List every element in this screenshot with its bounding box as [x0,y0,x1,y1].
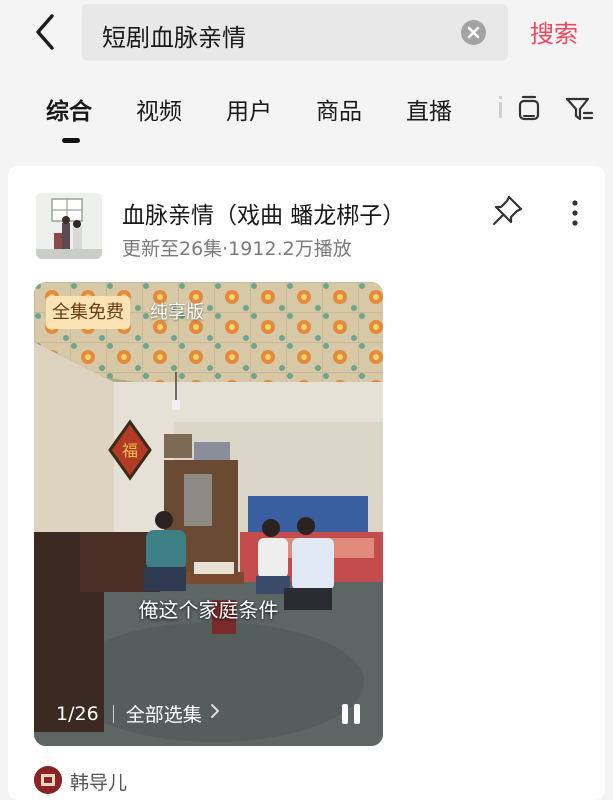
search-query[interactable]: 短剧血脉亲情 [102,18,246,53]
search-input[interactable]: 短剧血脉亲情 [82,4,508,61]
svg-text:福: 福 [122,442,138,460]
free-badge: 全集免费 [46,296,130,329]
search-header: 短剧血脉亲情 搜索 [0,0,613,72]
episode-selector[interactable]: 1/26 全部选集 [56,700,222,730]
more-vertical-icon[interactable] [565,196,585,230]
drama-result-card[interactable]: 血脉亲情（戏曲 蟠龙梆子） 更新至26集·1912.2万播放 福 全集免费 纯享… [8,166,605,800]
divider [112,704,114,723]
tab-users[interactable]: 用户 [226,92,272,126]
tab-video[interactable]: 视频 [136,92,182,126]
avatar[interactable] [34,766,62,794]
video-subtitle: 俺这个家庭条件 [138,598,279,622]
pure-version-badge: 纯享版 [150,302,204,323]
author-name[interactable]: 韩导儿 [70,768,127,795]
tv-icon[interactable] [514,94,544,124]
chevron-right-icon [208,701,222,726]
back-arrow-icon[interactable] [26,12,66,52]
search-button[interactable]: 搜索 [530,14,578,49]
clear-x-icon[interactable] [461,20,486,45]
tab-live[interactable]: 直播 [406,92,452,126]
tab-products[interactable]: 商品 [316,92,362,126]
tab-comprehensive[interactable]: 综合 [46,92,92,126]
pin-icon[interactable] [490,194,524,228]
video-player[interactable]: 福 全集免费 纯享版 俺这个家庭条件 1/26 全部选集 [34,282,383,746]
active-tab-indicator [62,138,80,143]
filter-icon[interactable] [564,94,594,124]
drama-thumbnail[interactable] [36,193,102,259]
video-frame-image: 福 [34,282,383,746]
drama-title[interactable]: 血脉亲情（戏曲 蟠龙梆子） [122,196,405,230]
pause-icon[interactable] [340,702,362,726]
tab-overflow-fade [496,94,506,126]
episode-counter: 1/26 [56,702,99,725]
result-tabs: 综合 视频 用户 商品 直播 [0,82,613,152]
episode-select-label[interactable]: 全部选集 [126,700,202,727]
drama-meta: 更新至26集·1912.2万播放 [122,238,352,260]
